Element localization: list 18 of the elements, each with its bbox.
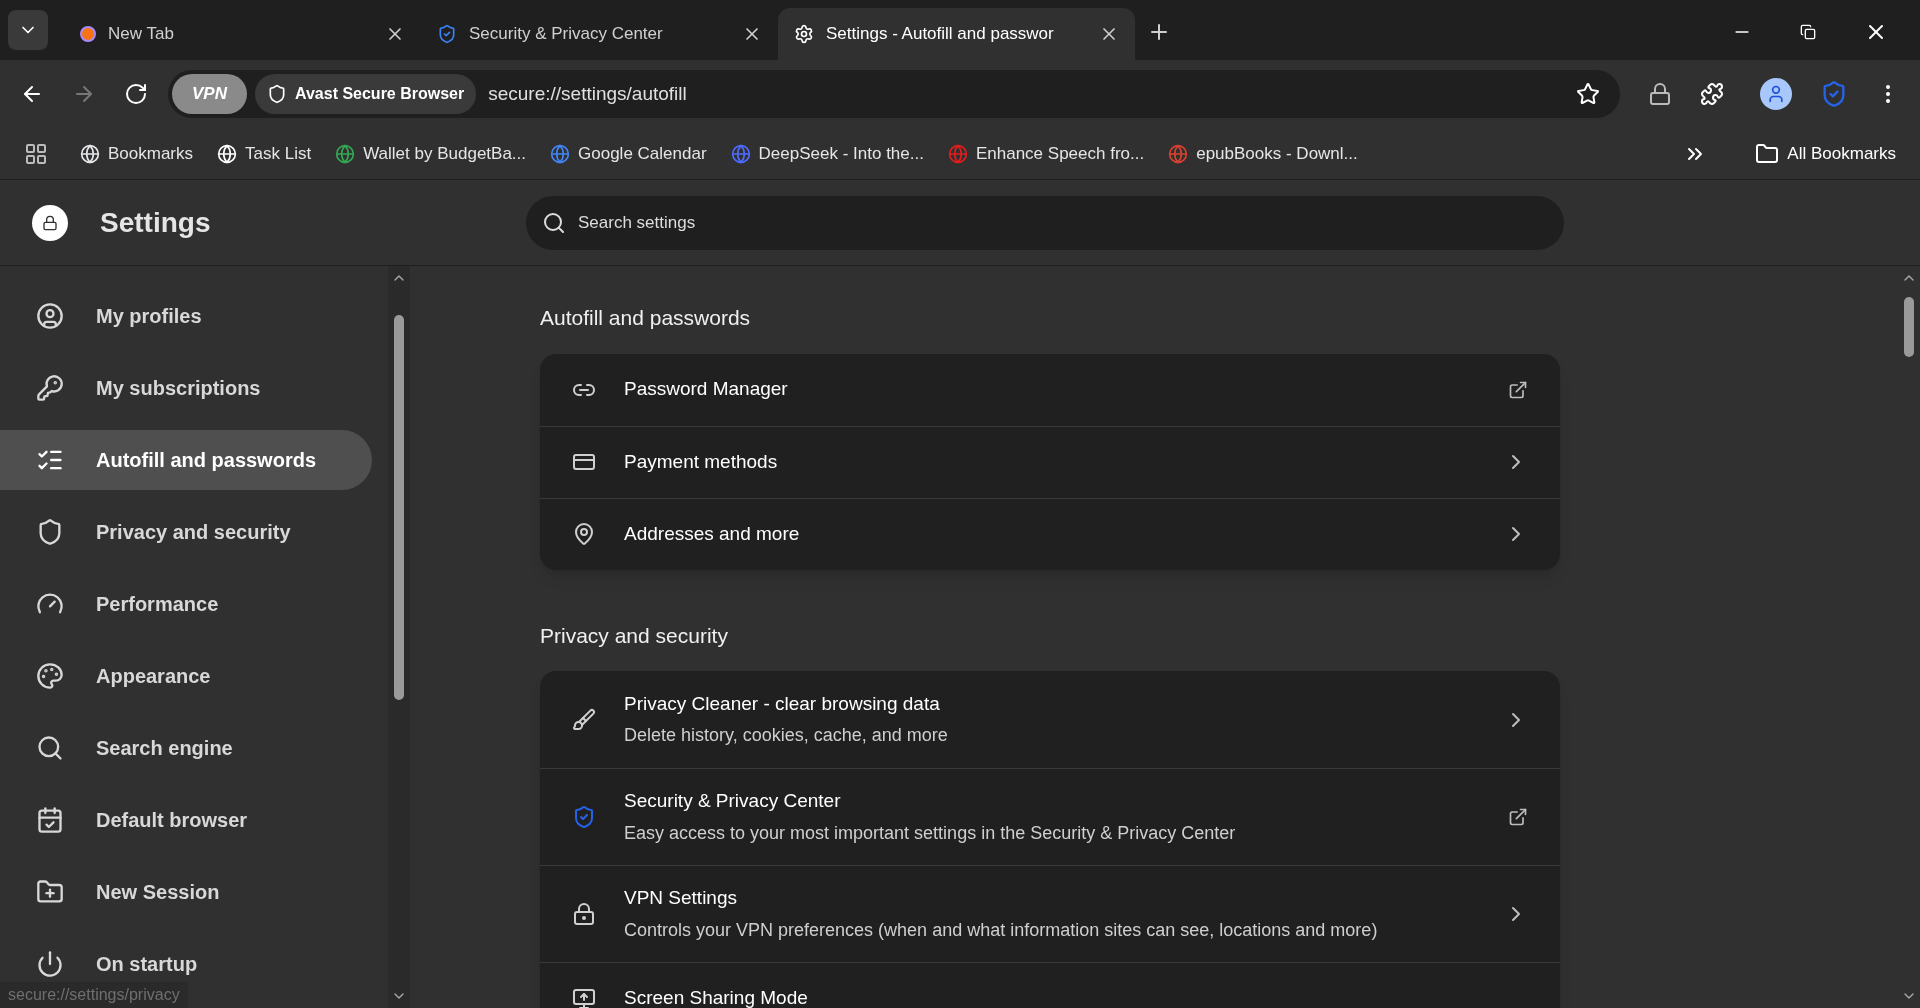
row-subtitle: Easy access to your most important settings in the Security & Privacy Center	[624, 821, 1237, 845]
link-status-tooltip: secure://settings/privacy	[0, 982, 188, 1008]
row-title: VPN Settings	[624, 886, 738, 911]
row-subtitle: Delete history, cookies, cache, and more	[624, 724, 949, 748]
tab-title: Settings - Autofill and passwor	[826, 23, 1055, 46]
row-subtitle: Controls your VPN preferences (when and what information sites can see, locations and more)	[624, 918, 1379, 942]
section-heading: Autofill and passwords	[540, 305, 752, 331]
row-title: Addresses and more	[624, 521, 801, 546]
row-title: Payment methods	[624, 449, 779, 474]
row-title: Privacy Cleaner - clear browsing data	[624, 691, 941, 716]
row-title: Security & Privacy Center	[624, 789, 842, 814]
section-heading: Privacy and security	[540, 622, 729, 649]
url-text: secure://settings/autofill	[488, 81, 688, 106]
tab-title: New Tab	[108, 23, 175, 46]
settings-title: Settings	[100, 205, 211, 240]
tab-title: Security & Privacy Center	[469, 23, 664, 46]
row-title: Screen Sharing Mode	[624, 986, 809, 1008]
row-title: Password Manager	[624, 377, 789, 402]
